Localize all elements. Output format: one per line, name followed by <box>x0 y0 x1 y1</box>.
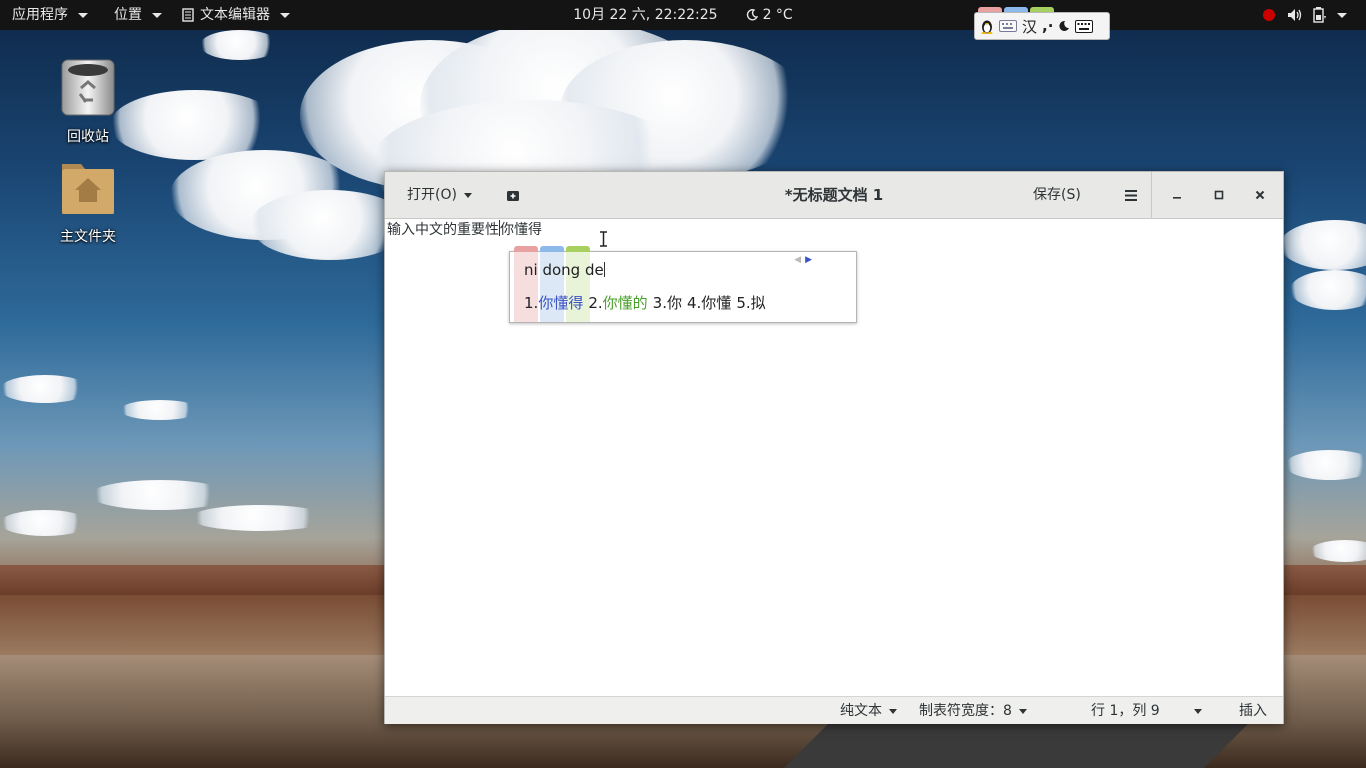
insert-mode-label: 插入 <box>1239 703 1267 719</box>
maximize-button[interactable] <box>1206 182 1232 208</box>
weather[interactable]: 2 °C <box>746 0 793 30</box>
hamburger-icon <box>1125 189 1137 201</box>
moon-icon <box>746 9 758 21</box>
volume-icon <box>1288 9 1302 21</box>
candidate-index: 3. <box>652 294 667 312</box>
candidate-preedit: ni dong de <box>524 261 605 279</box>
open-button[interactable]: 打开(O) <box>399 180 480 210</box>
candidate-index: 1. <box>524 294 539 312</box>
candidate-text: 你 <box>666 294 682 312</box>
preedit-cursor <box>603 262 605 277</box>
candidate-text: 你懂得 <box>538 294 584 312</box>
candidate-item[interactable]: 2.你懂的 <box>588 292 647 313</box>
tab-width-label: 制表符宽度：8 <box>919 703 1012 719</box>
clock-button[interactable]: 10月 22 六, 22:22:25 <box>573 0 717 30</box>
close-icon <box>1255 190 1265 200</box>
home-label: 主文件夹 <box>60 229 116 245</box>
close-button[interactable] <box>1247 182 1273 208</box>
editor-preedit-text: 你懂得 <box>500 222 542 238</box>
language-label: 纯文本 <box>840 703 882 719</box>
next-page-icon[interactable]: ▶ <box>805 255 812 265</box>
keyboard-icon[interactable] <box>1075 19 1094 33</box>
clock-text: 10月 22 六, 22:22:25 <box>573 7 718 23</box>
window-title: *无标题文档 1 <box>784 186 884 204</box>
candidate-item[interactable]: 4.你懂 <box>687 292 731 313</box>
ibeam-cursor-icon <box>600 231 607 247</box>
editor-text-before: 输入中文的重要性 <box>387 222 499 238</box>
top-bar: 应用程序 位置 文本编辑器 10月 22 六, 22:22:25 2 °C <box>0 0 1366 30</box>
candidate-item[interactable]: 5.拟 <box>736 292 765 313</box>
candidate-index: 5. <box>736 294 751 312</box>
text-editor-area[interactable]: 输入中文的重要性你懂得 ◀ ▶ ni dong de 1.你懂得 2.你懂的 3.你… <box>385 219 1283 696</box>
open-label: 打开(O) <box>407 187 457 203</box>
header-bar: 打开(O) *无标题文档 1 保存(S) <box>385 172 1283 219</box>
moon-icon[interactable] <box>1058 20 1070 32</box>
minimize-button[interactable] <box>1164 182 1190 208</box>
ime-punct-button[interactable]: ,· <box>1042 17 1053 35</box>
clock-area: 10月 22 六, 22:22:25 2 °C <box>0 0 1366 30</box>
language-selector[interactable]: 纯文本 <box>840 697 897 725</box>
candidate-index: 4. <box>686 294 702 312</box>
candidate-index: 2. <box>588 294 603 312</box>
candidate-page-arrows: ◀ ▶ <box>794 255 812 265</box>
ime-candidate-popup: ◀ ▶ ni dong de 1.你懂得 2.你懂的 3.你 4.你懂 5.拟 <box>509 246 857 323</box>
chevron-down-icon <box>1337 12 1347 18</box>
candidate-item[interactable]: 3.你 <box>653 292 682 313</box>
new-tab-button[interactable] <box>498 180 528 210</box>
record-icon <box>1263 9 1275 21</box>
insert-mode-indicator[interactable]: 插入 <box>1239 697 1267 725</box>
save-button[interactable]: 保存(S) <box>1025 180 1089 210</box>
chevron-down-icon <box>463 192 472 198</box>
soft-keyboard-icon[interactable] <box>999 20 1017 32</box>
record-indicator[interactable] <box>1263 0 1275 30</box>
prev-page-icon[interactable]: ◀ <box>794 255 801 265</box>
text-editor-window: 打开(O) *无标题文档 1 保存(S) 输入中文的重要性你懂得 ◀ ▶ ni … <box>384 171 1284 724</box>
trash-icon <box>61 59 115 116</box>
chevron-down-icon <box>1018 708 1027 714</box>
candidate-item[interactable]: 1.你懂得 <box>524 292 583 313</box>
cursor-position-label: 行 1，列 9 <box>1091 703 1160 719</box>
power-menu[interactable] <box>1313 0 1347 30</box>
home-folder-icon <box>62 164 114 214</box>
desktop-icon-home[interactable]: 主文件夹 <box>38 158 138 246</box>
maximize-icon <box>1214 190 1224 200</box>
cursor-position-selector[interactable]: 行 1，列 9 <box>1091 697 1202 725</box>
status-bar: 纯文本 制表符宽度：8 行 1，列 9 插入 <box>385 696 1283 724</box>
candidate-list: 1.你懂得 2.你懂的 3.你 4.你懂 5.拟 <box>524 292 766 313</box>
editor-line: 输入中文的重要性你懂得 <box>387 220 542 240</box>
chevron-down-icon <box>889 708 897 714</box>
header-separator <box>1151 172 1152 219</box>
penguin-icon[interactable] <box>980 18 994 34</box>
new-document-icon <box>507 190 519 201</box>
desktop-icon-trash[interactable]: 回收站 <box>38 58 138 146</box>
candidate-text: 你懂的 <box>602 294 648 312</box>
ime-mode-button[interactable]: 汉 <box>1022 16 1037 37</box>
weather-text: 2 °C <box>762 7 793 23</box>
hamburger-menu-button[interactable] <box>1117 180 1145 210</box>
candidate-text: 拟 <box>750 294 766 312</box>
candidate-text: 你懂 <box>701 294 732 312</box>
volume-button[interactable] <box>1287 0 1303 30</box>
chevron-down-icon <box>1193 708 1202 714</box>
ime-toolbar[interactable]: 汉 ,· <box>974 12 1110 40</box>
battery-icon <box>1313 7 1326 23</box>
tab-width-selector[interactable]: 制表符宽度：8 <box>919 697 1027 725</box>
save-label: 保存(S) <box>1033 187 1081 203</box>
trash-label: 回收站 <box>67 129 109 145</box>
preedit-text: ni dong de <box>524 261 604 279</box>
minimize-icon <box>1173 197 1181 199</box>
